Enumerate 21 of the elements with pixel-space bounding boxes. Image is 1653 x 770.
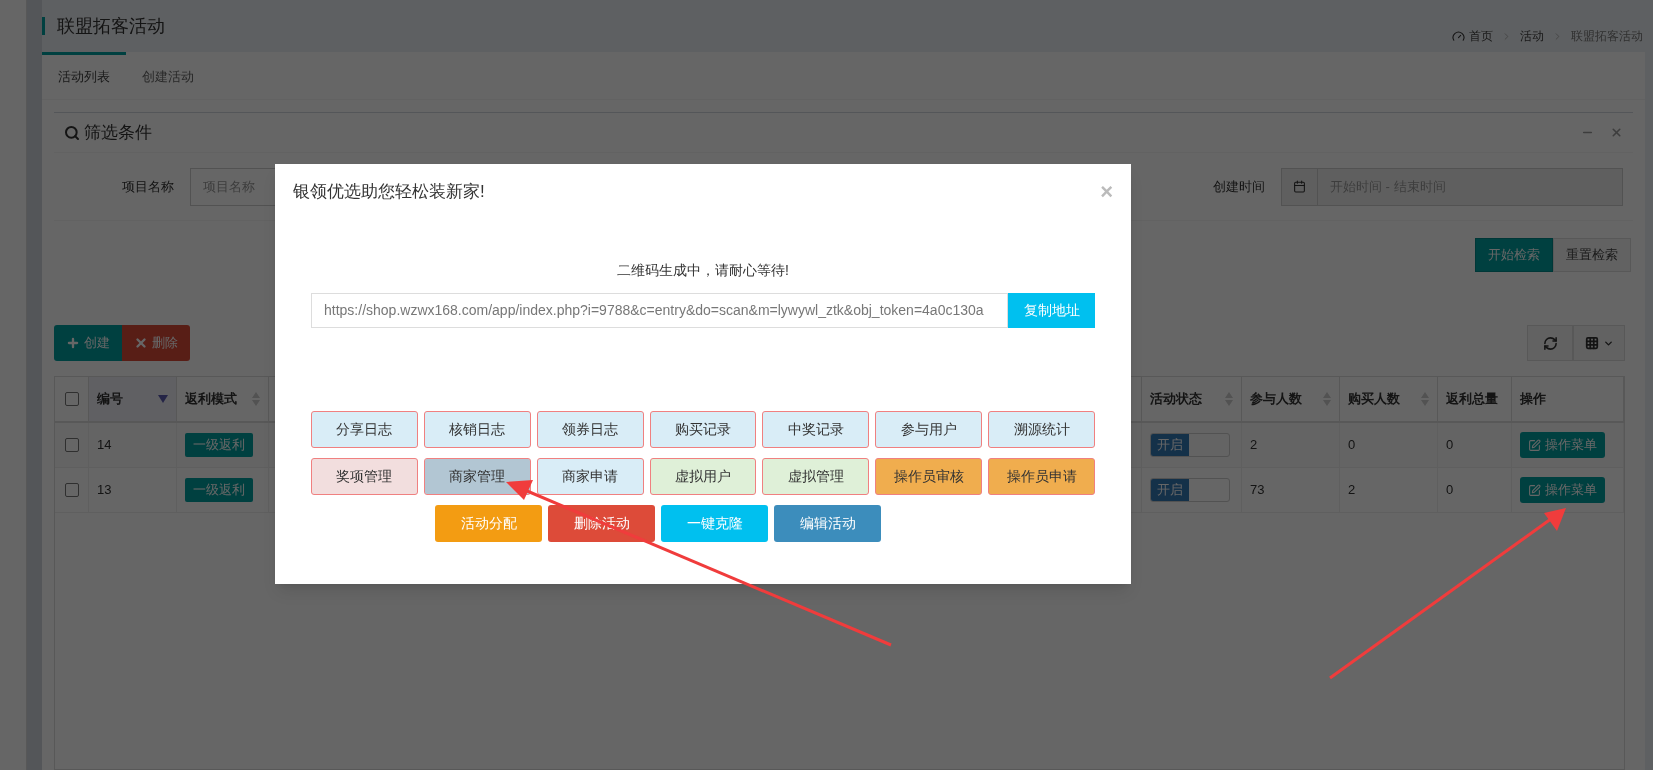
- column-header: 返利模式: [185, 390, 237, 409]
- column-header: 返利总量: [1446, 390, 1498, 409]
- panel-title: 筛选条件: [84, 121, 152, 144]
- table-cell-text: 2: [1250, 436, 1258, 455]
- table-cell-text: 13: [97, 481, 112, 500]
- column-header: 活动状态: [1150, 390, 1202, 409]
- table-cell-text: 0: [1446, 436, 1454, 455]
- page-title: 联盟拓客活动: [57, 14, 165, 38]
- table-cell-text: 0: [1348, 436, 1356, 455]
- status-message: 二维码生成中，请耐心等待!: [617, 261, 789, 280]
- field-label: 项目名称: [121, 177, 174, 196]
- table-cell-text: 73: [1250, 481, 1265, 500]
- table-cell-text: 2: [1348, 481, 1356, 500]
- table-cell-text: 0: [1446, 481, 1454, 500]
- column-header: 编号: [97, 390, 123, 409]
- column-header: 参与人数: [1250, 390, 1302, 409]
- modal-title: 银领优选助您轻松装新家!: [293, 181, 485, 204]
- table-cell-text: 14: [97, 436, 112, 455]
- column-header: 操作: [1520, 390, 1546, 409]
- column-header: 购买人数: [1348, 390, 1400, 409]
- field-label: 创建时间: [1212, 177, 1265, 196]
